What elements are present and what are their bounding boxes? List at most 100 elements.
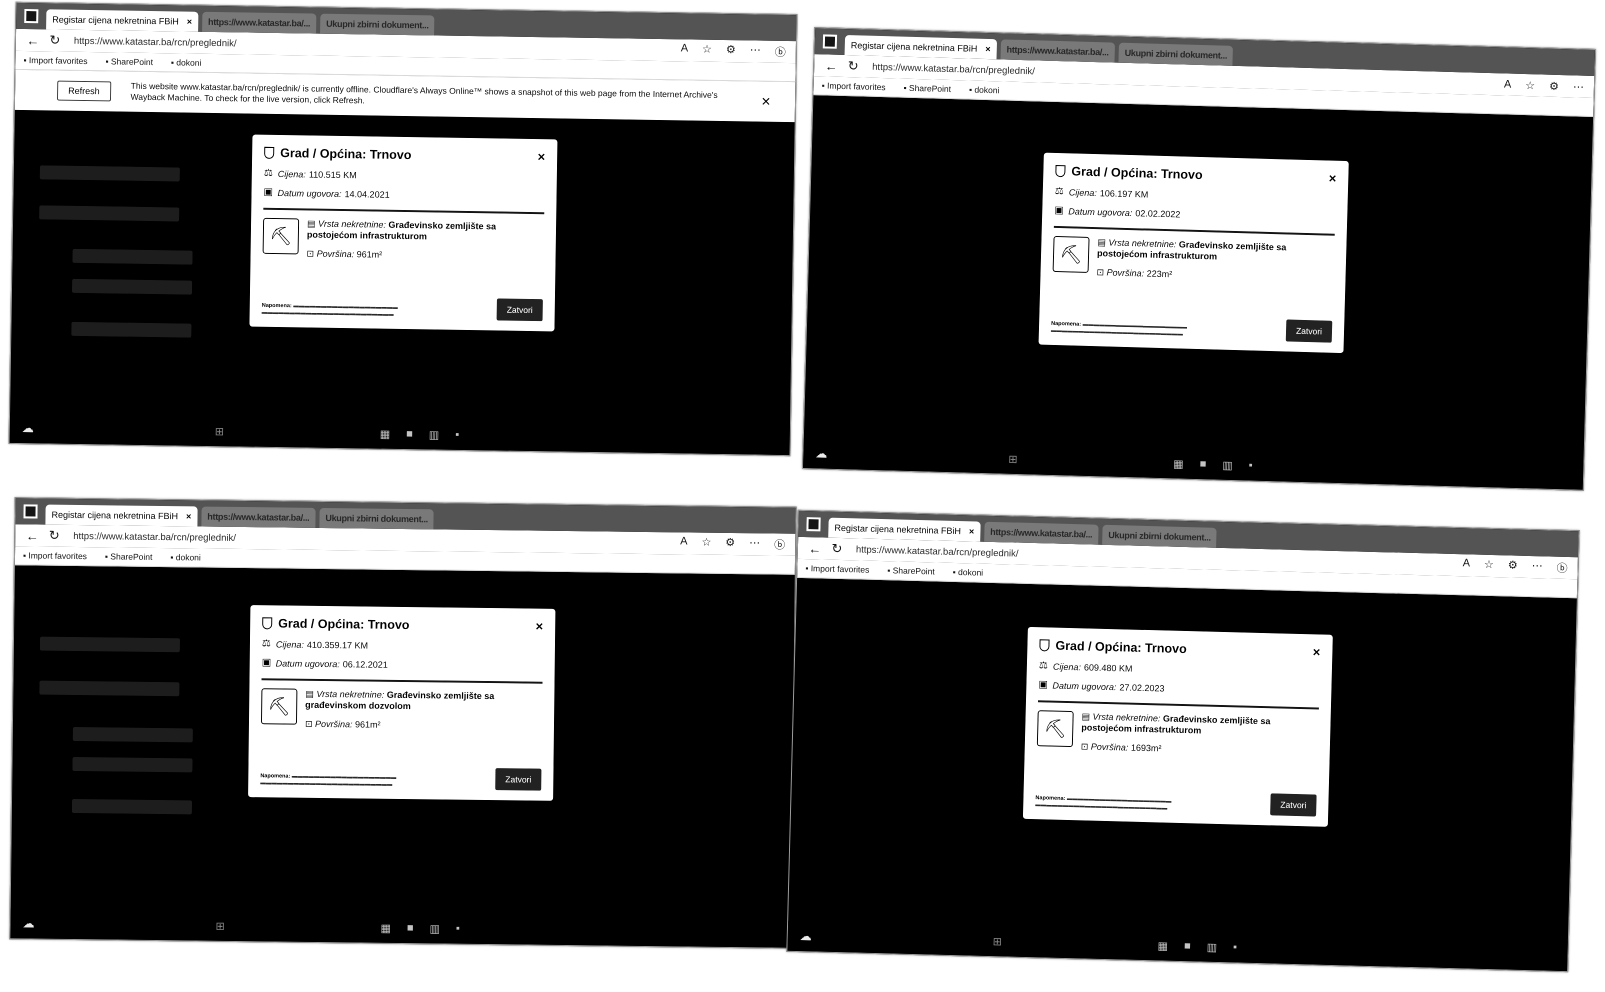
favorite-dokoni[interactable]: dokoni xyxy=(170,552,201,562)
refresh-button[interactable]: Refresh xyxy=(56,80,111,102)
close-icon[interactable]: × xyxy=(1329,171,1337,186)
tab-close-icon[interactable]: × xyxy=(187,17,192,27)
weather-icon[interactable]: ☁ xyxy=(22,421,34,435)
close-icon[interactable]: × xyxy=(1313,644,1321,659)
app-icon[interactable]: ▥ xyxy=(1222,458,1233,471)
weather-icon[interactable]: ☁ xyxy=(800,929,812,943)
tab-3[interactable]: Ukupni zbirni dokument... xyxy=(1102,524,1218,548)
zatvori-button[interactable]: Zatvori xyxy=(495,768,542,791)
bing-icon[interactable]: ⓑ xyxy=(775,44,786,60)
read-aloud-icon[interactable]: A xyxy=(1504,78,1512,91)
property-modal: Grad / Općina: Trnovo × ⚖ Cijena: 110.515 … xyxy=(249,134,558,332)
tab-2[interactable]: https://www.katastar.ba/... xyxy=(983,521,1099,545)
area-icon: ⊡ xyxy=(306,248,317,259)
reload-icon[interactable]: ↻ xyxy=(844,58,862,74)
tab-2[interactable]: https://www.katastar.ba/... xyxy=(1000,39,1115,63)
favorite-import[interactable]: Import favorites xyxy=(23,550,87,561)
favorite-dokoni[interactable]: dokoni xyxy=(171,57,201,67)
app-icon[interactable]: ▥ xyxy=(1207,940,1218,953)
zatvori-button[interactable]: Zatvori xyxy=(496,298,543,322)
favorite-star-icon[interactable]: ☆ xyxy=(702,43,712,59)
modal-note: Napomena: ▬▬▬▬▬▬▬▬▬▬▬▬▬▬▬▬▬▬▬ ▬▬▬▬▬▬▬▬▬▬… xyxy=(1050,320,1188,338)
tab-active[interactable]: Registar cijena nekretnina FBiH × xyxy=(46,9,199,32)
bing-icon[interactable]: ⓑ xyxy=(1556,560,1567,576)
start-icon[interactable]: ⊞ xyxy=(1008,452,1018,465)
more-icon[interactable]: ⋯ xyxy=(1573,80,1584,93)
tab-active[interactable]: Registar cijena nekretnina FBiH × xyxy=(45,504,198,527)
favorite-sharepoint[interactable]: SharePoint xyxy=(887,565,935,576)
favorite-import[interactable]: Import favorites xyxy=(822,80,886,93)
more-icon[interactable]: ⋯ xyxy=(1531,559,1543,575)
weather-icon[interactable]: ☁ xyxy=(815,446,827,460)
favorite-star-icon[interactable]: ☆ xyxy=(1525,79,1535,92)
app-icon[interactable]: ▥ xyxy=(429,922,440,935)
app-icon[interactable]: ▪ xyxy=(455,428,459,441)
explorer-icon[interactable]: ▦ xyxy=(1173,457,1184,470)
tab-active[interactable]: Registar cijena nekretnina FBiH × xyxy=(828,517,981,542)
app-icon[interactable]: ▥ xyxy=(429,428,440,441)
app-icon[interactable]: ▪ xyxy=(456,922,460,935)
price-label: Cijena: xyxy=(1052,661,1082,672)
tab-2[interactable]: https://www.katastar.ba/... xyxy=(201,11,317,34)
read-aloud-icon[interactable]: A xyxy=(1462,557,1470,573)
read-aloud-icon[interactable]: A xyxy=(680,535,687,551)
app-icon[interactable]: ■ xyxy=(1184,940,1191,953)
app-icon[interactable]: ■ xyxy=(1199,458,1207,471)
start-icon[interactable]: ⊞ xyxy=(215,425,224,438)
back-icon[interactable]: ← xyxy=(23,528,41,543)
favorite-star-icon[interactable]: ☆ xyxy=(1484,558,1494,574)
reload-icon[interactable]: ↻ xyxy=(45,528,63,544)
url-field[interactable]: https://www.katastar.ba/rcn/preglednik/ xyxy=(74,35,237,49)
favorite-dokoni[interactable]: dokoni xyxy=(969,85,999,96)
explorer-icon[interactable]: ▦ xyxy=(380,427,391,440)
app-icon[interactable]: ▪ xyxy=(1233,941,1237,954)
explorer-icon[interactable]: ▦ xyxy=(1157,939,1168,952)
more-icon[interactable]: ⋯ xyxy=(750,43,761,59)
reload-icon[interactable]: ↻ xyxy=(46,32,64,48)
start-icon[interactable]: ⊞ xyxy=(215,919,224,932)
extensions-icon[interactable]: ⚙ xyxy=(1508,558,1518,574)
close-icon[interactable]: × xyxy=(536,619,544,634)
extensions-icon[interactable]: ⚙ xyxy=(726,43,736,59)
reload-icon[interactable]: ↻ xyxy=(828,541,846,557)
more-icon[interactable]: ⋯ xyxy=(749,536,760,552)
tab-3[interactable]: Ukupni zbirni dokument... xyxy=(1118,42,1234,66)
bing-icon[interactable]: ⓑ xyxy=(774,537,785,553)
back-icon[interactable]: ← xyxy=(822,58,840,73)
read-aloud-icon[interactable]: A xyxy=(681,42,689,58)
weather-icon[interactable]: ☁ xyxy=(22,916,34,930)
favorite-star-icon[interactable]: ☆ xyxy=(701,536,711,552)
back-icon[interactable]: ← xyxy=(806,541,824,556)
tab-close-icon[interactable]: × xyxy=(186,511,191,521)
url-field[interactable]: https://www.katastar.ba/rcn/preglednik/ xyxy=(872,61,1035,77)
favorite-dokoni[interactable]: dokoni xyxy=(953,567,983,578)
explorer-icon[interactable]: ▦ xyxy=(380,921,391,934)
extensions-icon[interactable]: ⚙ xyxy=(1549,79,1559,92)
tab-close-icon[interactable]: × xyxy=(985,44,991,54)
start-icon[interactable]: ⊞ xyxy=(993,935,1003,948)
app-icon[interactable]: ■ xyxy=(406,428,413,441)
shield-icon xyxy=(1039,638,1050,651)
app-icon[interactable]: ■ xyxy=(407,922,414,935)
extensions-icon[interactable]: ⚙ xyxy=(725,536,735,552)
url-field[interactable]: https://www.katastar.ba/rcn/preglednik/ xyxy=(73,530,236,543)
tab-close-icon[interactable]: × xyxy=(969,526,975,536)
tab-2[interactable]: https://www.katastar.ba/... xyxy=(201,506,316,528)
close-icon[interactable]: × xyxy=(537,149,545,164)
tab-3[interactable]: Ukupni zbirni dokument... xyxy=(319,13,435,36)
tab-active[interactable]: Registar cijena nekretnina FBiH × xyxy=(844,35,997,60)
date-label: Datum ugovora: xyxy=(1052,680,1117,692)
url-field[interactable]: https://www.katastar.ba/rcn/preglednik/ xyxy=(856,544,1019,559)
favorite-sharepoint[interactable]: SharePoint xyxy=(105,56,153,67)
favorite-sharepoint[interactable]: SharePoint xyxy=(903,83,951,94)
favorite-import[interactable]: Import favorites xyxy=(24,55,88,66)
app-icon[interactable]: ▪ xyxy=(1249,459,1253,472)
back-icon[interactable]: ← xyxy=(24,33,42,48)
modal-header: Grad / Općina: Trnovo × xyxy=(1039,637,1321,660)
favorite-sharepoint[interactable]: SharePoint xyxy=(105,551,152,562)
favorite-import[interactable]: Import favorites xyxy=(805,563,870,575)
zatvori-button[interactable]: Zatvori xyxy=(1285,319,1333,343)
zatvori-button[interactable]: Zatvori xyxy=(1270,793,1317,817)
tab-3[interactable]: Ukupni zbirni dokument... xyxy=(319,507,435,530)
close-icon[interactable]: ✕ xyxy=(761,95,771,109)
